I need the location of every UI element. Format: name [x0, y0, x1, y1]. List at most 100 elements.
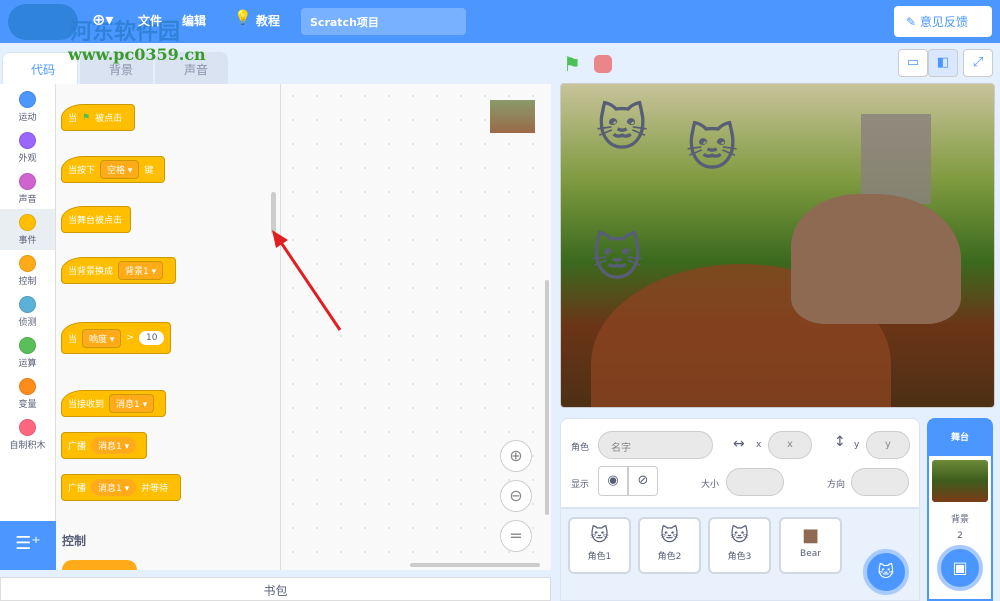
project-title-input[interactable]: Scratch项目 — [301, 8, 466, 35]
backdrop-dropdown[interactable]: 背景1 ▾ — [118, 261, 163, 280]
hide-eye-icon[interactable]: ⊘ — [628, 466, 658, 496]
bear-sprite[interactable] — [791, 194, 961, 324]
message-dropdown[interactable]: 消息1 ▾ — [109, 394, 154, 413]
add-extension-button[interactable]: ☰⁺ — [0, 521, 56, 570]
category-motion[interactable]: 运动 — [0, 86, 55, 127]
add-sprite-button[interactable]: 🐱 — [863, 549, 909, 595]
size-label: 大小 — [701, 477, 719, 490]
palette-scrollbar[interactable] — [271, 192, 276, 234]
category-my-blocks[interactable]: 自制积木 — [0, 414, 55, 455]
category-operators[interactable]: 运算 — [0, 332, 55, 373]
block-text: 键 — [144, 163, 153, 176]
block-broadcast-and-wait[interactable]: 广播消息1 ▾并等待 — [61, 474, 181, 501]
block-when-sensor-greater[interactable]: 当响度 ▾ >10 — [61, 322, 171, 354]
block-control-partial[interactable] — [62, 560, 137, 570]
block-when-key-pressed[interactable]: 当按下空格 ▾键 — [61, 156, 165, 183]
backdrop-count: 2 — [929, 531, 991, 541]
sprite-thumbnail — [490, 100, 535, 133]
zoom-reset-button[interactable]: = — [500, 520, 532, 552]
menu-edit[interactable]: 编辑 — [182, 12, 206, 29]
sprite-name: 角色2 — [658, 552, 682, 562]
bear-icon: ■ — [781, 525, 840, 549]
cat-sprite-2[interactable]: 🐱 — [686, 119, 746, 189]
add-backdrop-button[interactable]: ▣ — [937, 545, 983, 591]
menu-file[interactable]: 文件 — [138, 12, 162, 29]
backpack[interactable]: 书包 — [0, 577, 551, 601]
block-when-backdrop-switches[interactable]: 当背景换成背景1 ▾ — [61, 257, 176, 284]
castle — [861, 114, 931, 204]
sprite-tile[interactable]: 🐱角色3 — [708, 517, 771, 574]
category-looks[interactable]: 外观 — [0, 127, 55, 168]
language-globe-icon[interactable]: ⊕▾ — [92, 10, 113, 29]
backdrop-label: 背景 — [929, 512, 991, 525]
menu-tutorials[interactable]: 教程 — [256, 12, 280, 29]
script-horizontal-scrollbar[interactable] — [410, 563, 540, 567]
vertical-arrows-icon: ↕ — [834, 434, 846, 450]
category-dot — [19, 173, 36, 190]
block-when-stage-clicked[interactable]: 当舞台被点击 — [61, 206, 131, 233]
block-text: > — [126, 333, 134, 343]
sprite-name: Bear — [800, 549, 821, 559]
block-text: 当接收到 — [68, 397, 104, 410]
tab-label: 代码 — [31, 63, 55, 77]
zoom-out-button[interactable]: ⊖ — [500, 480, 532, 512]
backdrop-thumbnail — [932, 460, 988, 502]
sprite-name-input[interactable]: 名字 — [598, 431, 713, 459]
lightbulb-icon: 💡 — [234, 10, 251, 26]
control-heading: 控制 — [62, 532, 86, 549]
category-dot — [19, 378, 36, 395]
category-variables[interactable]: 变量 — [0, 373, 55, 414]
cat-sprite-3[interactable]: 🐱 — [591, 229, 651, 299]
show-eye-icon[interactable]: ◉ — [598, 466, 628, 496]
sprite-tile[interactable]: 🐱角色1 — [568, 517, 631, 574]
feedback-label: 意见反馈 — [920, 15, 968, 29]
pencil-icon: ✎ — [906, 15, 920, 29]
stop-button[interactable] — [594, 55, 612, 73]
message-dropdown[interactable]: 消息1 ▾ — [91, 479, 136, 496]
large-stage-button[interactable]: ◧ — [928, 49, 958, 77]
fullscreen-button[interactable]: ⤢ — [963, 49, 993, 77]
category-label: 控制 — [18, 277, 36, 287]
size-input[interactable] — [726, 468, 784, 496]
sensor-dropdown[interactable]: 响度 ▾ — [82, 329, 121, 348]
category-events[interactable]: 事件 — [0, 209, 55, 250]
sprite-tile[interactable]: 🐱角色2 — [638, 517, 701, 574]
block-text: 当背景换成 — [68, 264, 113, 277]
category-sound[interactable]: 声音 — [0, 168, 55, 209]
cat-sprite-1[interactable]: 🐱 — [596, 99, 656, 169]
scratch-logo[interactable] — [8, 4, 78, 40]
category-control[interactable]: 控制 — [0, 250, 55, 291]
horizontal-arrows-icon: ↔ — [733, 436, 745, 452]
x-label: x — [756, 440, 761, 450]
sprite-tile[interactable]: ■Bear — [779, 517, 842, 574]
green-flag-button[interactable]: ⚑ — [563, 52, 581, 76]
category-menu: 运动 外观 声音 事件 控制 侦测 运算 变量 自制积木 — [0, 84, 56, 521]
script-vertical-scrollbar[interactable] — [545, 280, 549, 515]
sprite-info-panel: 角色 名字 ↔ x x ↕ y y 显示 ◉ ⊘ 大小 方向 — [560, 418, 920, 508]
category-dot — [19, 419, 36, 436]
category-label: 自制积木 — [9, 441, 45, 451]
cat-icon: 🐱 — [710, 525, 769, 549]
block-text: 当 — [68, 332, 77, 345]
block-when-flag-clicked[interactable]: 当⚑被点击 — [61, 104, 135, 131]
tab-label: 背景 — [109, 63, 133, 77]
block-when-receive[interactable]: 当接收到消息1 ▾ — [61, 390, 166, 417]
block-text: 广播 — [68, 439, 86, 452]
direction-input[interactable] — [851, 468, 909, 496]
category-sensing[interactable]: 侦测 — [0, 291, 55, 332]
value-input[interactable]: 10 — [139, 331, 164, 345]
x-input[interactable]: x — [768, 431, 812, 459]
zoom-in-button[interactable]: ⊕ — [500, 440, 532, 472]
stage-canvas[interactable]: 🐱 🐱 🐱 — [560, 83, 995, 408]
y-input[interactable]: y — [866, 431, 910, 459]
small-stage-button[interactable]: ▭ — [898, 49, 928, 77]
sprite-list: 🐱角色1 🐱角色2 🐱角色3 ■Bear 🐱 — [560, 508, 920, 601]
green-flag-icon: ⚑ — [82, 113, 90, 123]
feedback-button[interactable]: ✎ 意见反馈 — [894, 6, 992, 37]
message-dropdown[interactable]: 消息1 ▾ — [91, 437, 136, 454]
sprite-label: 角色 — [571, 440, 589, 453]
stage-selector[interactable]: 舞台 背景 2 ▣ — [927, 418, 993, 601]
block-broadcast[interactable]: 广播消息1 ▾ — [61, 432, 147, 459]
key-dropdown[interactable]: 空格 ▾ — [100, 160, 139, 179]
tab-code[interactable]: 代码 — [2, 52, 78, 84]
